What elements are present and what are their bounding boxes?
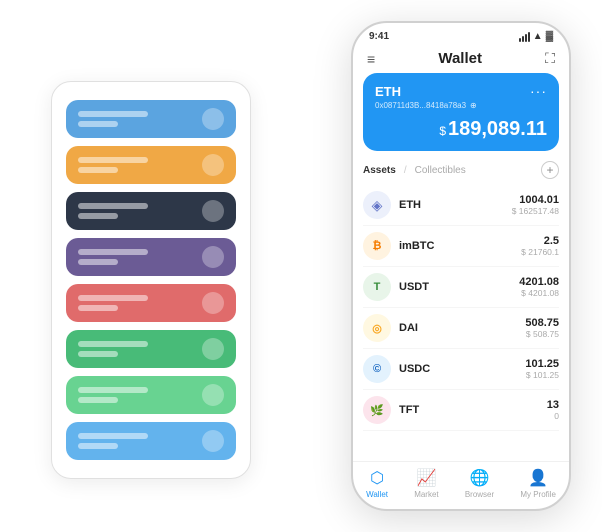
usdc-amount: 101.25	[525, 358, 559, 370]
browser-nav-label: Browser	[465, 490, 494, 499]
asset-name-dai: DAI	[399, 322, 525, 334]
browser-nav-icon: 🌐	[470, 468, 490, 488]
stack-card-8[interactable]	[66, 422, 236, 460]
asset-list: ◈ ETH 1004.01 $ 162517.48 ₿ imBTC 2.5 $ …	[363, 185, 559, 461]
asset-item-eth[interactable]: ◈ ETH 1004.01 $ 162517.48	[363, 185, 559, 226]
usdt-amount: 4201.08	[519, 276, 559, 288]
dai-usd: $ 508.75	[525, 329, 559, 339]
stack-card-6[interactable]	[66, 330, 236, 368]
battery-icon: ▓	[546, 31, 553, 42]
asset-amounts-imbtc: 2.5 $ 21760.1	[521, 235, 559, 257]
tab-collectibles[interactable]: Collectibles	[415, 165, 466, 176]
eth-card-name: ETH	[375, 84, 401, 99]
asset-item-imbtc[interactable]: ₿ imBTC 2.5 $ 21760.1	[363, 226, 559, 267]
wallet-nav-label: Wallet	[366, 490, 388, 499]
dai-amount: 508.75	[525, 317, 559, 329]
dai-icon: ◎	[363, 314, 391, 342]
tft-usd: 0	[547, 411, 559, 421]
stack-card-7[interactable]	[66, 376, 236, 414]
nav-wallet[interactable]: ⬡ Wallet	[366, 468, 388, 499]
assets-tabs: Assets / Collectibles	[363, 165, 466, 176]
balance-value: 189,089.11	[448, 118, 547, 140]
asset-amounts-usdc: 101.25 $ 101.25	[525, 358, 559, 380]
tft-amount: 13	[547, 399, 559, 411]
stack-card-2[interactable]	[66, 146, 236, 184]
usdt-usd: $ 4201.08	[519, 288, 559, 298]
asset-item-tft[interactable]: 🌿 TFT 13 0	[363, 390, 559, 431]
wifi-icon: ▲	[533, 31, 543, 42]
eth-amount: 1004.01	[512, 194, 559, 206]
card-stack	[51, 81, 251, 479]
menu-icon[interactable]: ≡	[367, 51, 375, 67]
eth-usd: $ 162517.48	[512, 206, 559, 216]
wallet-nav-icon: ⬡	[370, 468, 384, 488]
asset-name-tft: TFT	[399, 404, 547, 416]
add-asset-button[interactable]: +	[541, 161, 559, 179]
usdc-icon: ©	[363, 355, 391, 383]
asset-name-usdc: USDC	[399, 363, 525, 375]
add-icon: +	[546, 163, 553, 177]
nav-browser[interactable]: 🌐 Browser	[465, 468, 494, 499]
asset-amounts-dai: 508.75 $ 508.75	[525, 317, 559, 339]
expand-icon[interactable]: ⛶	[545, 50, 555, 67]
profile-nav-icon: 👤	[528, 468, 548, 488]
imbtc-amount: 2.5	[521, 235, 559, 247]
eth-card-balance: $189,089.11	[375, 118, 547, 141]
imbtc-usd: $ 21760.1	[521, 247, 559, 257]
asset-item-usdc[interactable]: © USDC 101.25 $ 101.25	[363, 349, 559, 390]
phone-navbar: ≡ Wallet ⛶	[353, 46, 569, 73]
asset-amounts-tft: 13 0	[547, 399, 559, 421]
scene: 9:41 ▲ ▓ ≡ Wallet ⛶ ETH	[21, 21, 581, 511]
usdc-usd: $ 101.25	[525, 370, 559, 380]
usdt-icon: T	[363, 273, 391, 301]
time-display: 9:41	[369, 31, 389, 42]
bottom-nav: ⬡ Wallet 📈 Market 🌐 Browser 👤 My Profile	[353, 461, 569, 509]
nav-profile[interactable]: 👤 My Profile	[520, 468, 556, 499]
eth-card-address: 0x08711d3B...8418a78a3 ⊕	[375, 101, 547, 110]
nav-market[interactable]: 📈 Market	[414, 468, 438, 499]
assets-header: Assets / Collectibles +	[363, 161, 559, 179]
stack-card-5[interactable]	[66, 284, 236, 322]
tab-divider: /	[404, 165, 407, 176]
asset-name-imbtc: imBTC	[399, 240, 521, 252]
asset-name-usdt: USDT	[399, 281, 519, 293]
market-nav-icon: 📈	[416, 468, 436, 488]
asset-amounts-usdt: 4201.08 $ 4201.08	[519, 276, 559, 298]
balance-symbol: $	[439, 124, 446, 138]
market-nav-label: Market	[414, 490, 438, 499]
eth-card-more[interactable]: ···	[530, 83, 547, 99]
asset-name-eth: ETH	[399, 199, 512, 211]
asset-item-usdt[interactable]: T USDT 4201.08 $ 4201.08	[363, 267, 559, 308]
imbtc-icon: ₿	[363, 232, 391, 260]
tab-assets[interactable]: Assets	[363, 165, 396, 176]
tft-icon: 🌿	[363, 396, 391, 424]
asset-amounts-eth: 1004.01 $ 162517.48	[512, 194, 559, 216]
eth-card[interactable]: ETH ··· 0x08711d3B...8418a78a3 ⊕ $189,08…	[363, 73, 559, 151]
status-bar: 9:41 ▲ ▓	[353, 23, 569, 46]
phone-frame: 9:41 ▲ ▓ ≡ Wallet ⛶ ETH	[351, 21, 571, 511]
eth-icon: ◈	[363, 191, 391, 219]
stack-card-4[interactable]	[66, 238, 236, 276]
status-icons: ▲ ▓	[519, 31, 553, 42]
stack-card-1[interactable]	[66, 100, 236, 138]
page-title: Wallet	[438, 50, 482, 67]
phone-content: ETH ··· 0x08711d3B...8418a78a3 ⊕ $189,08…	[353, 73, 569, 461]
asset-item-dai[interactable]: ◎ DAI 508.75 $ 508.75	[363, 308, 559, 349]
signal-icon	[519, 32, 530, 42]
copy-icon[interactable]: ⊕	[470, 101, 477, 110]
stack-card-3[interactable]	[66, 192, 236, 230]
profile-nav-label: My Profile	[520, 490, 556, 499]
